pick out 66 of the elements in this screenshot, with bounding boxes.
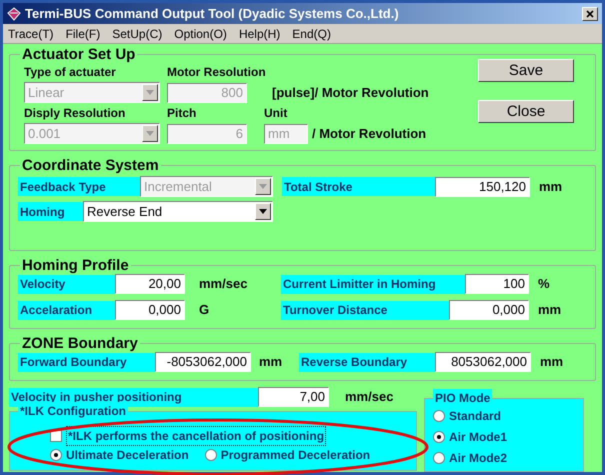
field-label: Reverse Boundary (299, 352, 435, 372)
radio-button[interactable] (204, 449, 217, 461)
unit-label: G (198, 301, 210, 320)
close-button[interactable] (582, 6, 598, 20)
dropdown[interactable]: Reverse End (83, 201, 273, 222)
unit-label: mm (540, 353, 564, 372)
radio-button[interactable] (433, 431, 445, 443)
text-field[interactable]: 0,000 (115, 300, 185, 320)
text-field[interactable]: 7,00 (258, 387, 329, 407)
dropdown-arrow-icon (146, 131, 154, 136)
field-label: Turnover Distance (281, 300, 449, 320)
group-title: Actuator Set Up (21, 46, 136, 63)
unit-label: mm (539, 178, 562, 196)
unit-label: mm/sec (198, 275, 248, 294)
field-label: Current Limitter in Homing (281, 274, 465, 294)
text-field[interactable]: 20,00 (115, 274, 185, 294)
menu-item[interactable]: File(F) (64, 24, 102, 42)
radio-label[interactable]: Air Mode2 (449, 449, 508, 467)
field-label: Homing (18, 202, 83, 221)
radio-label[interactable]: Programmed Deceleration (220, 446, 370, 464)
radio-button[interactable] (433, 452, 445, 464)
group-title: Coordinate System (21, 157, 160, 174)
menu-item[interactable]: SetUp(C) (111, 24, 164, 42)
close-icon (586, 10, 594, 18)
action-button[interactable]: Save (478, 59, 574, 82)
field-label: Type of actuater (24, 64, 117, 81)
radio-button[interactable] (433, 410, 445, 422)
field-label: Velocity (18, 274, 115, 294)
unit-label: mm/sec (345, 388, 394, 406)
dropdown-arrow-icon (146, 90, 154, 95)
menu-item[interactable]: End(Q) (291, 24, 332, 42)
menu-item[interactable]: Trace(T) (7, 24, 55, 42)
menu-item[interactable]: Option(O) (173, 24, 228, 42)
dropdown-arrow-icon (259, 184, 267, 189)
unit-label: mm (538, 301, 562, 320)
field-label: Feedback Type (18, 177, 140, 196)
radio-label[interactable]: Air Mode1 (449, 428, 508, 446)
dropdown-arrow-icon (259, 209, 267, 214)
field-label: Unit (264, 105, 288, 122)
field-label: Forward Boundary (18, 352, 155, 372)
group-title: *ILK Configuration (18, 402, 128, 420)
field-label: Motor Resolution (167, 64, 264, 81)
text-field[interactable]: 100 (465, 274, 529, 294)
unit-label: mm (258, 353, 284, 372)
field-label: Velocity in pusher positioning (9, 388, 258, 406)
unit-label: / Motor Revolution (312, 124, 426, 143)
field-label: Accelaration (18, 300, 115, 320)
unit-label: [pulse]/ Motor Revolution (271, 84, 430, 102)
radio-label[interactable]: Ultimate Deceleration (66, 446, 189, 464)
text-field[interactable]: 150,120 (435, 176, 530, 196)
action-button[interactable]: Close (478, 100, 574, 123)
group-title: Homing Profile (21, 257, 130, 274)
unit-label: % (538, 275, 550, 294)
field-label: Pitch (167, 105, 198, 122)
app-icon (7, 6, 21, 20)
text-field[interactable]: 0,000 (449, 300, 529, 320)
menu-item[interactable]: Help(H) (238, 24, 282, 42)
group-title: ZONE Boundary (21, 335, 139, 352)
window-title: Termi-BUS Command Output Tool (Dyadic Systems Co.,Ltd.) (25, 4, 399, 23)
field-label: Disply Resolution (24, 105, 126, 122)
radio-button[interactable] (50, 449, 62, 461)
field-label: Total Stroke (282, 177, 435, 196)
checkbox-label[interactable]: *ILK performs the cancellation of positioning (66, 426, 326, 446)
text-field[interactable]: 8053062,000 (435, 352, 531, 372)
text-field[interactable]: -8053062,000 (155, 352, 251, 372)
radio-label[interactable]: Standard (449, 407, 502, 425)
